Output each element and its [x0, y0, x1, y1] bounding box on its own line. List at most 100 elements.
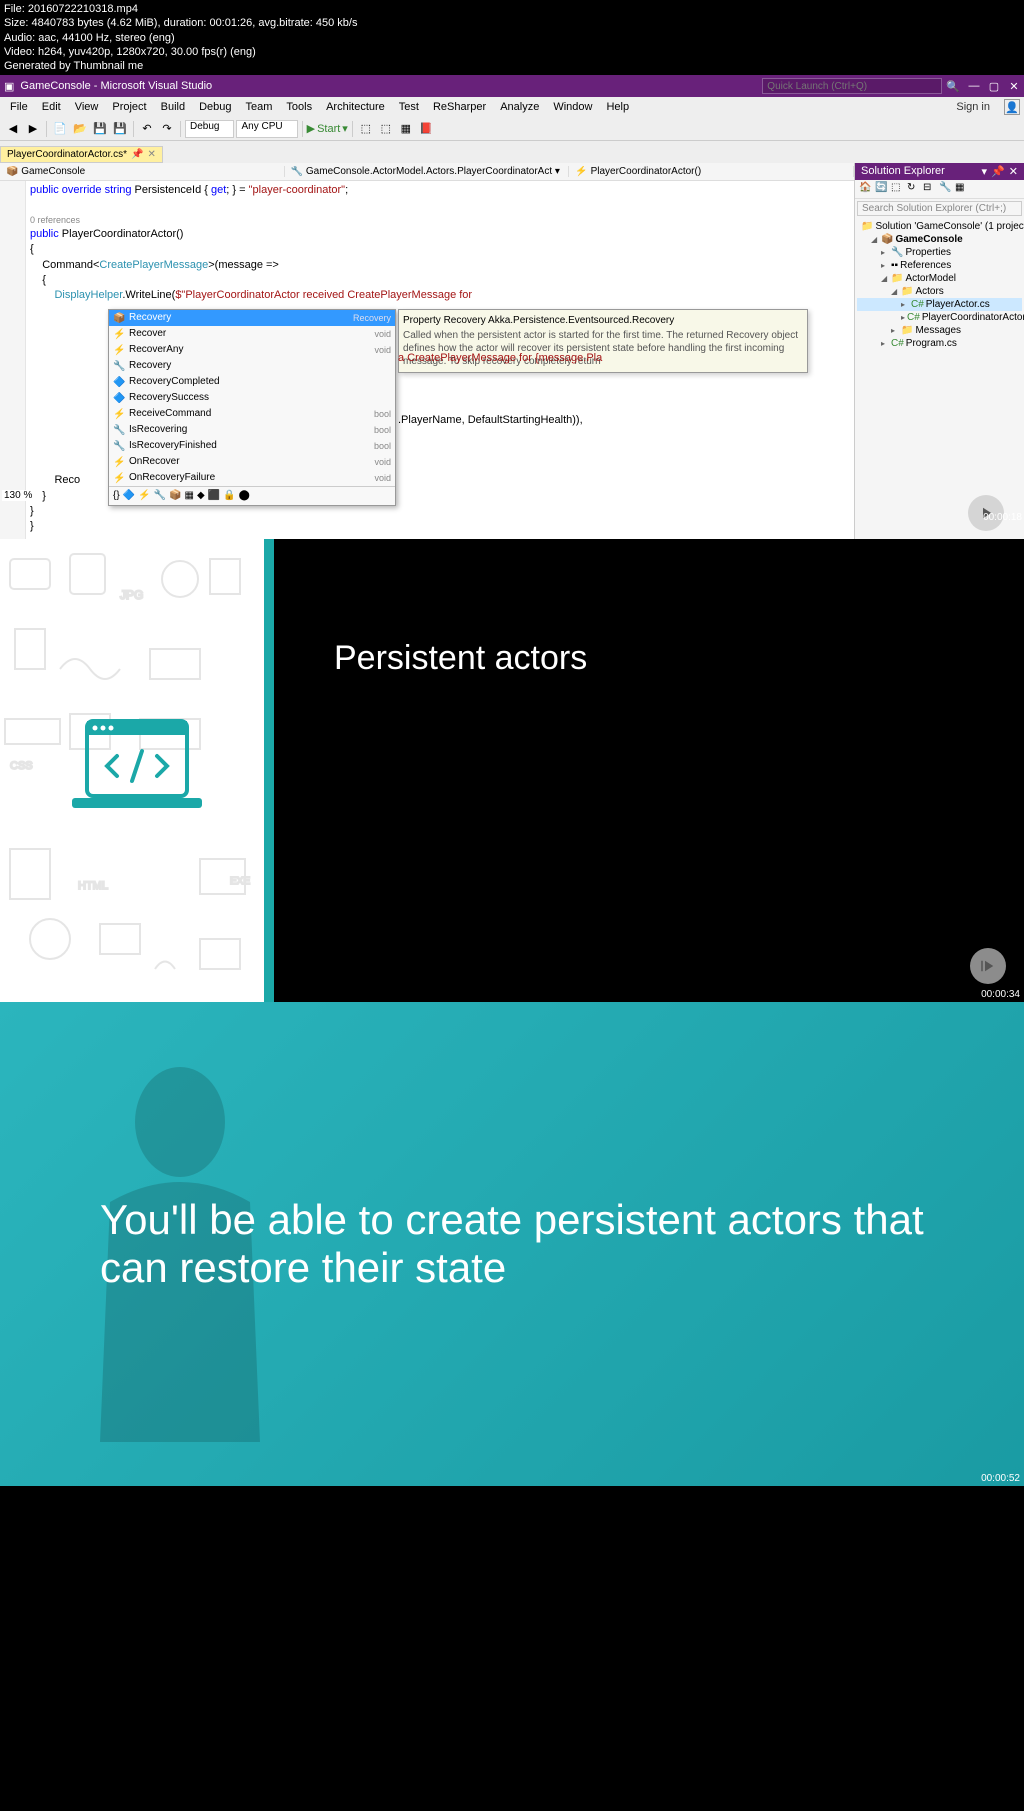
menu-file[interactable]: File [4, 99, 34, 115]
save-all-icon[interactable]: 💾 [111, 120, 129, 138]
menu-test[interactable]: Test [393, 99, 425, 115]
menu-tools[interactable]: Tools [280, 99, 318, 115]
zoom-level[interactable]: 130 % [2, 490, 34, 501]
tree-folder[interactable]: ▸📁 Messages [857, 324, 1022, 337]
intellisense-filter[interactable]: {} 🔷 ⚡ 🔧 📦 ▦ ◆ ⬛ 🔒 ⬤ [109, 486, 395, 505]
menu-architecture[interactable]: Architecture [320, 99, 391, 115]
properties-icon[interactable]: 🔧 [939, 182, 953, 196]
filter-icon[interactable]: {} [113, 489, 120, 503]
sync-icon[interactable]: 🔄 [875, 182, 889, 196]
menu-edit[interactable]: Edit [36, 99, 67, 115]
intellisense-item: ⚡RecoverAnyvoid [109, 342, 395, 358]
solution-search-input[interactable]: Search Solution Explorer (Ctrl+;) [857, 201, 1022, 216]
filter-icon[interactable]: ⬤ [239, 489, 250, 503]
meta-video: Video: h264, yuv420p, 1280x720, 30.00 fp… [4, 45, 1020, 59]
filter-icon[interactable]: ⬛ [208, 489, 220, 503]
collapse-icon[interactable]: ⊟ [923, 182, 937, 196]
filter-icon[interactable]: 🔧 [154, 489, 166, 503]
nav-back-icon[interactable]: ◀ [4, 120, 22, 138]
toolbar-icon[interactable]: ⬚ [357, 120, 375, 138]
filter-icon[interactable]: ◆ [197, 489, 205, 503]
intellisense-item: 📦RecoveryRecovery [109, 310, 395, 326]
tooltip-signature: Property Recovery Akka.Persistence.Event… [403, 314, 803, 327]
refresh-icon[interactable]: ↻ [907, 182, 921, 196]
meta-file: File: 20160722210318.mp4 [4, 2, 1020, 16]
menu-resharper[interactable]: ReSharper [427, 99, 492, 115]
panel-title: Solution Explorer ▾ 📌 ✕ [855, 163, 1024, 180]
tree-file[interactable]: ▸C# PlayerCoordinatorActor.cs [857, 311, 1022, 324]
toolbar: ◀ ▶ 📄 📂 💾 💾 ↶ ↷ Debug Any CPU ▶ Start ▾ … [0, 117, 1024, 141]
intellisense-item: 🔷RecoveryCompleted [109, 374, 395, 390]
open-file-icon[interactable]: 📂 [71, 120, 89, 138]
tree-project[interactable]: ◢📦 GameConsole [857, 233, 1022, 246]
svg-text:JPG: JPG [120, 588, 143, 602]
nav-fwd-icon[interactable]: ▶ [24, 120, 42, 138]
panel-pin-icon[interactable]: 📌 [991, 165, 1005, 178]
filter-icon[interactable]: 📦 [169, 489, 181, 503]
menu-build[interactable]: Build [155, 99, 191, 115]
navbar-project[interactable]: 📦 GameConsole [0, 166, 285, 177]
toolbar-icon[interactable]: ⬚ [377, 120, 395, 138]
menu-help[interactable]: Help [600, 99, 635, 115]
toolbar-icon[interactable]: ⬚ [891, 182, 905, 196]
code-behind-tooltip: a CreatePlayerMessage for {message.Pla .… [398, 351, 602, 428]
search-icon[interactable]: 🔍 [946, 80, 960, 93]
tree-file[interactable]: ▸C# PlayerActor.cs [857, 298, 1022, 311]
filter-icon[interactable]: ▦ [185, 489, 194, 503]
svg-text:CSS: CSS [10, 760, 33, 772]
toolbar-icon[interactable]: 📕 [417, 120, 435, 138]
start-button[interactable]: ▶ Start ▾ [307, 122, 348, 135]
toolbar-icon[interactable]: ▦ [397, 120, 415, 138]
window-title: GameConsole - Microsoft Visual Studio [20, 80, 762, 92]
filter-icon[interactable]: 🔒 [223, 489, 235, 503]
titlebar: ▣ GameConsole - Microsoft Visual Studio … [0, 75, 1024, 97]
save-icon[interactable]: 💾 [91, 120, 109, 138]
sign-in-link[interactable]: Sign in [950, 99, 996, 115]
quick-launch-input[interactable] [762, 78, 942, 94]
minimize-button[interactable]: — [968, 80, 980, 93]
menu-view[interactable]: View [69, 99, 105, 115]
tree-folder[interactable]: ◢📁 ActorModel [857, 272, 1022, 285]
meta-generated: Generated by Thumbnail me [4, 59, 1020, 73]
menu-analyze[interactable]: Analyze [494, 99, 545, 115]
menu-window[interactable]: Window [547, 99, 598, 115]
intellisense-item: ⚡Recovervoid [109, 326, 395, 342]
tree-properties[interactable]: ▸🔧 Properties [857, 246, 1022, 259]
menu-debug[interactable]: Debug [193, 99, 237, 115]
maximize-button[interactable]: ▢ [988, 80, 1000, 93]
undo-icon[interactable]: ↶ [138, 120, 156, 138]
show-all-icon[interactable]: ▦ [955, 182, 969, 196]
svg-text:HTML: HTML [78, 880, 108, 892]
code-navbar: 📦 GameConsole 🔧 GameConsole.ActorModel.A… [0, 163, 854, 181]
intellisense-popup[interactable]: 📦RecoveryRecovery ⚡Recovervoid ⚡RecoverA… [108, 309, 396, 506]
home-icon[interactable]: 🏠 [859, 182, 873, 196]
meta-size: Size: 4840783 bytes (4.62 MiB), duration… [4, 16, 1020, 30]
editor-tab-active[interactable]: PlayerCoordinatorActor.cs* 📌 ✕ [0, 146, 163, 163]
filter-icon[interactable]: ⚡ [138, 489, 150, 503]
new-project-icon[interactable]: 📄 [51, 120, 69, 138]
tree-folder[interactable]: ◢📁 Actors [857, 285, 1022, 298]
close-tab-icon[interactable]: ✕ [148, 149, 156, 160]
menu-project[interactable]: Project [106, 99, 152, 115]
gutter [0, 181, 26, 539]
panel-dropdown-icon[interactable]: ▾ [982, 165, 988, 178]
menu-team[interactable]: Team [240, 99, 279, 115]
close-button[interactable]: ✕ [1008, 80, 1020, 93]
user-icon[interactable]: 👤 [1004, 99, 1020, 115]
frame-timestamp: 00:00:52 [981, 1473, 1020, 1484]
navbar-class[interactable]: 🔧 GameConsole.ActorModel.Actors.PlayerCo… [285, 166, 570, 177]
navbar-member[interactable]: ⚡ PlayerCoordinatorActor() [569, 166, 854, 177]
panel-close-icon[interactable]: ✕ [1009, 165, 1018, 178]
pin-icon[interactable]: 📌 [131, 149, 143, 160]
platform-dropdown[interactable]: Any CPU [236, 120, 297, 138]
frame-timestamp: 00:00:34 [981, 989, 1020, 1000]
tree-solution[interactable]: 📁 Solution 'GameConsole' (1 project) [857, 220, 1022, 233]
tree-references[interactable]: ▸▪▪ References [857, 259, 1022, 272]
redo-icon[interactable]: ↷ [158, 120, 176, 138]
laptop-code-icon [62, 716, 212, 826]
visual-studio-window: ▣ GameConsole - Microsoft Visual Studio … [0, 75, 1024, 539]
tree-file[interactable]: ▸C# Program.cs [857, 337, 1022, 350]
config-dropdown[interactable]: Debug [185, 120, 234, 138]
code-editor[interactable]: public override string PersistenceId { g… [0, 181, 854, 539]
filter-icon[interactable]: 🔷 [123, 489, 135, 503]
